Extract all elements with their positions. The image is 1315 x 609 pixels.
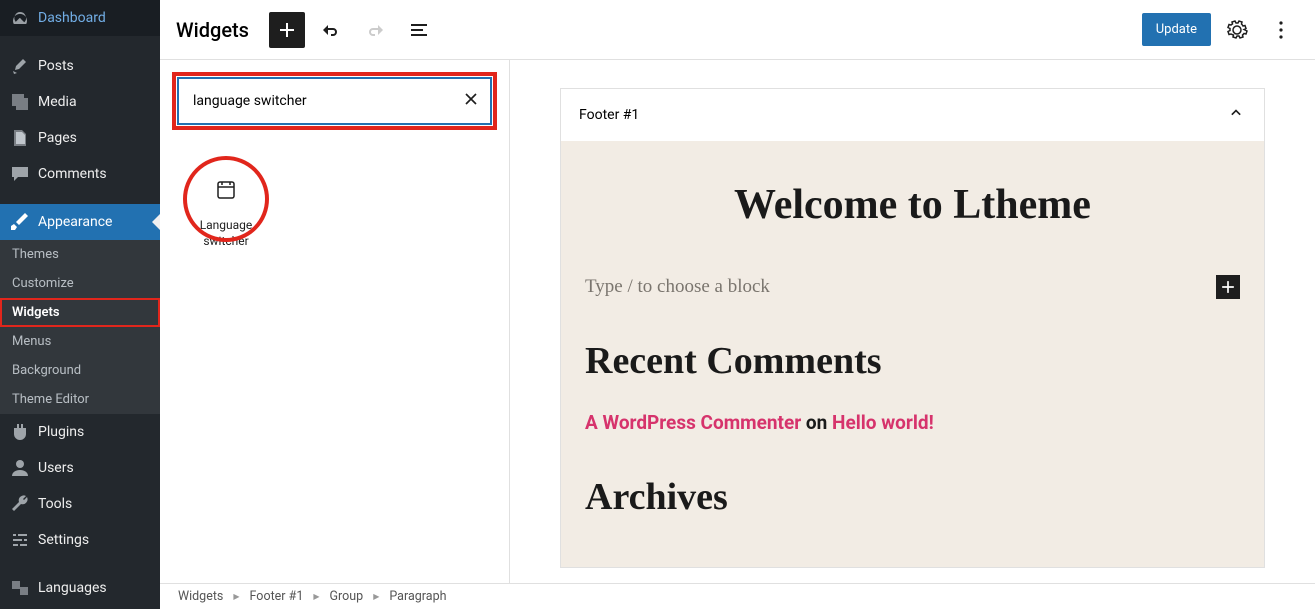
pages-icon — [10, 128, 30, 148]
post-link[interactable]: Hello world! — [832, 411, 934, 434]
widget-area-body: Welcome to Ltheme Type / to choose a blo… — [561, 141, 1264, 567]
chevron-right-icon: ▶ — [233, 592, 239, 601]
sidebar-sub-theme-editor[interactable]: Theme Editor — [0, 385, 160, 414]
inline-add-block-button[interactable] — [1216, 275, 1240, 299]
sidebar-item-pages[interactable]: Pages — [0, 120, 160, 156]
sidebar-item-dashboard[interactable]: Dashboard — [0, 0, 160, 36]
block-result-highlight: Language switcher — [176, 166, 276, 261]
sidebar-item-label: Media — [38, 94, 77, 110]
breadcrumb-item[interactable]: Paragraph — [389, 589, 446, 604]
breadcrumb-item[interactable]: Group — [330, 589, 364, 604]
block-breadcrumb: Widgets ▶ Footer #1 ▶ Group ▶ Paragraph — [160, 583, 1315, 609]
list-view-button[interactable] — [401, 12, 437, 48]
widget-area-title: Footer #1 — [579, 107, 639, 123]
block-search-box — [178, 78, 491, 124]
redo-button[interactable] — [357, 12, 393, 48]
block-inserter-panel: Language switcher — [160, 60, 510, 609]
block-search-input[interactable] — [178, 78, 491, 124]
options-button[interactable] — [1263, 12, 1299, 48]
editor-body: Language switcher Footer #1 Welcome to L… — [160, 60, 1315, 609]
sidebar-item-media[interactable]: Media — [0, 84, 160, 120]
chevron-up-icon — [1226, 103, 1246, 127]
empty-paragraph-block[interactable]: Type / to choose a block — [585, 275, 1240, 299]
sidebar-item-label: Appearance — [38, 214, 112, 230]
breadcrumb-item[interactable]: Widgets — [178, 589, 223, 604]
sidebar-submenu-appearance: Themes Customize Widgets Menus Backgroun… — [0, 240, 160, 414]
sidebar-item-label: Tools — [38, 496, 72, 512]
block-item-label: Language switcher — [180, 218, 272, 249]
sidebar-item-label: Languages — [38, 580, 107, 596]
plugin-icon — [10, 422, 30, 442]
media-icon — [10, 92, 30, 112]
editor-toolbar: Widgets Update — [160, 0, 1315, 60]
sidebar-item-label: Users — [38, 460, 74, 476]
archives-heading[interactable]: Archives — [585, 475, 1240, 519]
recent-comment-item[interactable]: A WordPress Commenter on Hello world! — [585, 411, 1240, 435]
sidebar-item-label: Settings — [38, 532, 89, 548]
sidebar-sub-background[interactable]: Background — [0, 356, 160, 385]
sidebar-item-users[interactable]: Users — [0, 450, 160, 486]
comment-icon — [10, 164, 30, 184]
sidebar-item-label: Pages — [38, 130, 77, 146]
sidebar-item-languages[interactable]: Languages — [0, 570, 160, 606]
chevron-right-icon: ▶ — [313, 592, 319, 601]
on-text: on — [801, 411, 832, 434]
sidebar-item-comments[interactable]: Comments — [0, 156, 160, 192]
widget-area-header[interactable]: Footer #1 — [561, 89, 1264, 141]
dashboard-icon — [10, 8, 30, 28]
main-area: Widgets Update — [160, 0, 1315, 609]
sidebar-item-appearance[interactable]: Appearance — [0, 204, 160, 240]
page-title: Widgets — [176, 18, 249, 42]
sidebar-item-label: Dashboard — [38, 10, 106, 26]
sidebar-item-plugins[interactable]: Plugins — [0, 414, 160, 450]
pin-icon — [10, 56, 30, 76]
block-item-language-switcher[interactable]: Language switcher — [176, 166, 276, 261]
sliders-icon — [10, 530, 30, 550]
sidebar-item-label: Posts — [38, 58, 74, 74]
welcome-heading[interactable]: Welcome to Ltheme — [585, 181, 1240, 229]
sidebar-item-label: Comments — [38, 166, 107, 182]
block-results: Language switcher — [176, 126, 493, 261]
update-button[interactable]: Update — [1142, 13, 1211, 46]
commenter-link[interactable]: A WordPress Commenter — [585, 411, 801, 434]
sidebar-item-label: Plugins — [38, 424, 84, 440]
sidebar-item-tools[interactable]: Tools — [0, 486, 160, 522]
block-placeholder-text: Type / to choose a block — [585, 276, 770, 298]
settings-button[interactable] — [1219, 12, 1255, 48]
sidebar-sub-widgets[interactable]: Widgets — [0, 298, 160, 327]
search-highlight — [176, 76, 493, 126]
chevron-right-icon: ▶ — [373, 592, 379, 601]
languages-icon — [10, 578, 30, 598]
sidebar-sub-themes[interactable]: Themes — [0, 240, 160, 269]
undo-button[interactable] — [313, 12, 349, 48]
wrench-icon — [10, 494, 30, 514]
brush-icon — [10, 212, 30, 232]
widget-area-footer-1: Footer #1 Welcome to Ltheme Type / to ch… — [560, 88, 1265, 568]
breadcrumb-item[interactable]: Footer #1 — [250, 589, 304, 604]
admin-sidebar: Dashboard Posts Media Pages Comments App… — [0, 0, 160, 609]
recent-comments-heading[interactable]: Recent Comments — [585, 339, 1240, 383]
sidebar-item-settings[interactable]: Settings — [0, 522, 160, 558]
sidebar-sub-menus[interactable]: Menus — [0, 327, 160, 356]
add-block-toggle-button[interactable] — [269, 12, 305, 48]
language-switcher-block-icon — [214, 178, 238, 206]
sidebar-sub-customize[interactable]: Customize — [0, 269, 160, 298]
clear-search-button[interactable] — [461, 89, 481, 113]
sidebar-item-posts[interactable]: Posts — [0, 48, 160, 84]
widget-canvas: Footer #1 Welcome to Ltheme Type / to ch… — [510, 60, 1315, 609]
user-icon — [10, 458, 30, 478]
